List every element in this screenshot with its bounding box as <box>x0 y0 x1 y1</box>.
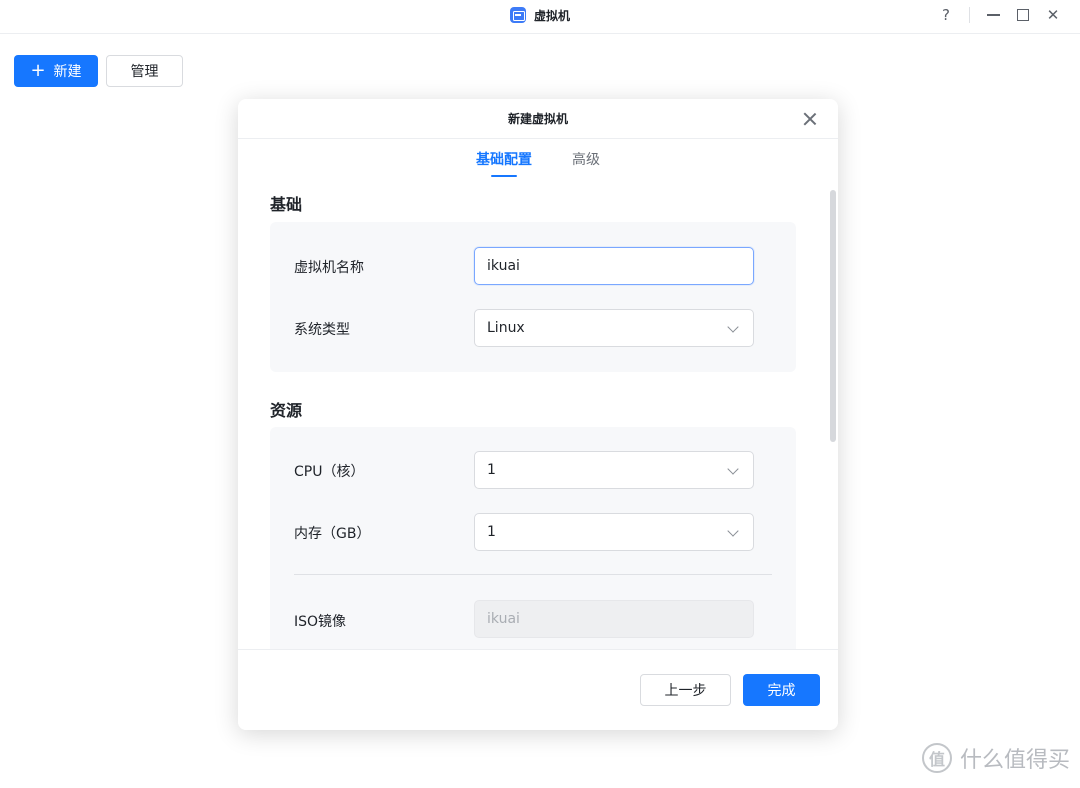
help-button[interactable]: ? <box>931 4 961 26</box>
dialog-body: 基础 虚拟机名称 ikuai 系统类型 Linux 资源 CPU（核） 1 内存… <box>238 179 838 649</box>
vm-name-value: ikuai <box>487 258 520 274</box>
manage-button-label: 管理 <box>130 64 159 80</box>
os-type-select[interactable]: Linux <box>474 309 754 347</box>
manage-button[interactable]: 管理 <box>106 55 183 87</box>
tab-basic-config[interactable]: 基础配置 <box>476 139 532 179</box>
previous-step-label: 上一步 <box>664 683 707 699</box>
memory-label: 内存（GB） <box>294 526 371 542</box>
section-title-basic: 基础 <box>270 195 303 214</box>
minimize-icon <box>986 14 1000 16</box>
dialog-close-icon[interactable] <box>802 111 818 127</box>
cpu-label: CPU（核） <box>294 464 365 480</box>
chevron-down-icon <box>727 321 739 333</box>
watermark-logo: 值 <box>921 743 952 773</box>
previous-step-button[interactable]: 上一步 <box>640 674 731 706</box>
app-title-text: 虚拟机 <box>533 8 570 23</box>
chevron-down-icon <box>727 463 739 475</box>
iso-placeholder: ikuai <box>487 611 520 627</box>
finish-label: 完成 <box>767 683 796 699</box>
dialog-scrollbar[interactable] <box>830 190 836 442</box>
maximize-icon <box>1017 9 1029 21</box>
memory-select[interactable]: 1 <box>474 513 754 551</box>
new-button[interactable]: + 新建 <box>14 55 98 87</box>
help-icon: ? <box>942 6 950 24</box>
basic-panel: 虚拟机名称 ikuai 系统类型 Linux <box>270 222 796 372</box>
os-type-label: 系统类型 <box>294 322 350 338</box>
memory-value: 1 <box>487 524 496 540</box>
iso-input: ikuai <box>474 600 754 638</box>
window-controls: ? ✕ <box>931 4 1068 26</box>
new-vm-dialog: 新建虚拟机 基础配置 高级 基础 虚拟机名称 ikuai 系统类型 Linux … <box>238 99 838 730</box>
iso-label: ISO镜像 <box>294 614 347 630</box>
plus-icon: + <box>30 60 46 81</box>
title-bar: 虚拟机 ? ✕ <box>0 0 1080 34</box>
resources-divider <box>294 574 772 575</box>
close-icon: ✕ <box>1046 6 1060 24</box>
watermark-text: 什么值得买 <box>959 748 1070 773</box>
os-type-value: Linux <box>487 320 525 336</box>
cpu-value: 1 <box>487 462 496 478</box>
dialog-title: 新建虚拟机 <box>507 112 568 126</box>
dialog-footer: 上一步 完成 <box>238 649 838 730</box>
finish-button[interactable]: 完成 <box>743 674 820 706</box>
resources-panel: CPU（核） 1 内存（GB） 1 ISO镜像 ikuai <box>270 427 796 649</box>
watermark: 值 什么值得买 <box>921 742 1070 774</box>
virtual-machine-icon <box>509 7 526 23</box>
vm-name-input[interactable]: ikuai <box>474 247 754 285</box>
dialog-header: 新建虚拟机 <box>238 99 838 139</box>
chevron-down-icon <box>727 525 739 537</box>
close-window-button[interactable]: ✕ <box>1038 4 1068 26</box>
tab-advanced[interactable]: 高级 <box>572 139 600 179</box>
cpu-select[interactable]: 1 <box>474 451 754 489</box>
section-title-resources: 资源 <box>270 401 303 420</box>
minimize-button[interactable] <box>978 4 1008 26</box>
app-title: 虚拟机 <box>0 0 1080 30</box>
maximize-button[interactable] <box>1008 4 1038 26</box>
dialog-tabs: 基础配置 高级 <box>238 139 838 179</box>
new-button-label: 新建 <box>53 64 82 80</box>
vm-name-label: 虚拟机名称 <box>294 260 364 276</box>
window-controls-divider <box>969 7 970 23</box>
